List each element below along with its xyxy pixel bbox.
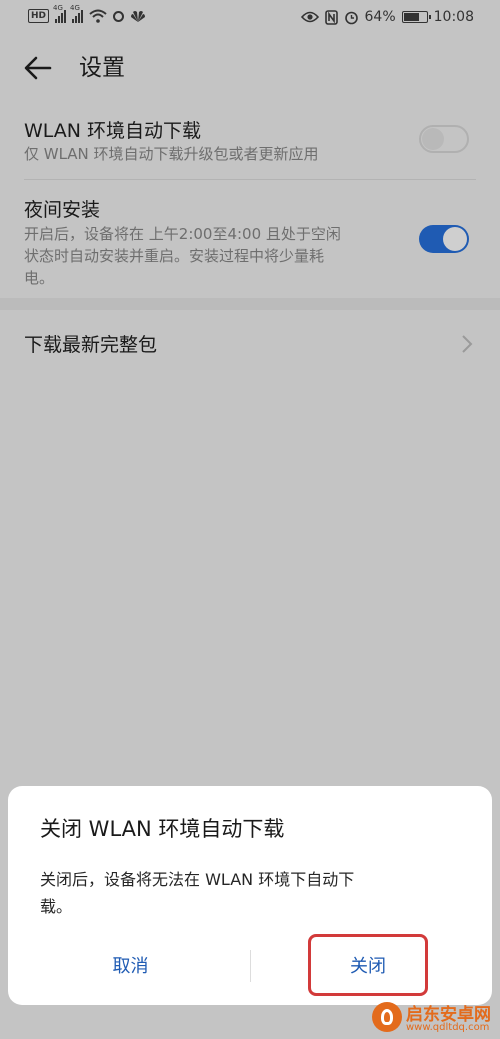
cell-signal-icon: 4G — [53, 4, 67, 23]
settings-card-install: WLAN 环境自动下载 仅 WLAN 环境自动下载升级包或者更新应用 夜间安装 … — [0, 100, 500, 298]
wlan-auto-download-toggle[interactable] — [419, 125, 469, 153]
chevron-right-icon — [462, 335, 473, 353]
divider — [24, 179, 476, 180]
hd-icon: HD — [28, 9, 50, 23]
eye-icon — [300, 11, 319, 23]
night-install-subtitle-1: 开启后，设备将在 上午2:00至4:00 且处于空闲 — [24, 225, 341, 243]
wifi-icon — [89, 9, 107, 23]
page-title: 设置 — [79, 55, 125, 81]
toggle-knob — [422, 128, 444, 150]
watermark-logo-icon — [372, 1002, 402, 1032]
status-right: 64% 10:08 — [300, 9, 474, 25]
network-type-label: 4G — [53, 4, 63, 12]
battery-percent: 64% — [364, 9, 396, 25]
cell-signal-icon-2: 4G — [70, 4, 84, 23]
dialog-message-line-2: 载。 — [40, 897, 73, 916]
watermark-url: www.qdltdq.com — [406, 1022, 490, 1033]
battery-icon — [401, 11, 431, 23]
huawei-icon — [131, 11, 146, 22]
nfc-icon — [324, 9, 338, 25]
section-gap — [0, 298, 500, 310]
night-install-subtitle-2: 状态时自动安装并重启。安装过程中将少量耗 — [24, 247, 325, 265]
sync-icon — [113, 10, 125, 22]
alarm-icon — [344, 11, 358, 24]
toggle-knob — [443, 227, 467, 251]
night-install-toggle[interactable] — [419, 225, 469, 253]
wlan-auto-download-subtitle: 仅 WLAN 环境自动下载升级包或者更新应用 — [24, 145, 319, 163]
status-bar: HD 4G 4G 64% 10:08 — [0, 0, 500, 36]
dialog-title: 关闭 WLAN 环境自动下载 — [40, 817, 285, 841]
watermark: 启东安卓网 www.qdltdq.com — [372, 1000, 492, 1034]
button-separator — [250, 950, 251, 982]
confirm-dialog: 关闭 WLAN 环境自动下载 关闭后，设备将无法在 WLAN 环境下自动下 载。… — [8, 786, 492, 1005]
cancel-button[interactable]: 取消 — [68, 939, 193, 991]
dialog-message-line-1: 关闭后，设备将无法在 WLAN 环境下自动下 — [40, 870, 355, 889]
back-arrow-icon[interactable] — [22, 52, 54, 84]
dialog-message: 关闭后，设备将无法在 WLAN 环境下自动下 载。 — [40, 866, 460, 920]
night-install-subtitle-3: 电。 — [24, 269, 55, 287]
status-left: HD 4G 4G — [28, 4, 146, 23]
wlan-auto-download-title: WLAN 环境自动下载 — [24, 120, 202, 142]
clock: 10:08 — [433, 9, 474, 25]
night-install-title: 夜间安装 — [24, 199, 101, 221]
title-bar: 设置 — [0, 36, 500, 100]
network-type-label-2: 4G — [70, 4, 80, 12]
close-button[interactable]: 关闭 — [308, 934, 428, 996]
download-full-package-title: 下载最新完整包 — [24, 334, 158, 356]
